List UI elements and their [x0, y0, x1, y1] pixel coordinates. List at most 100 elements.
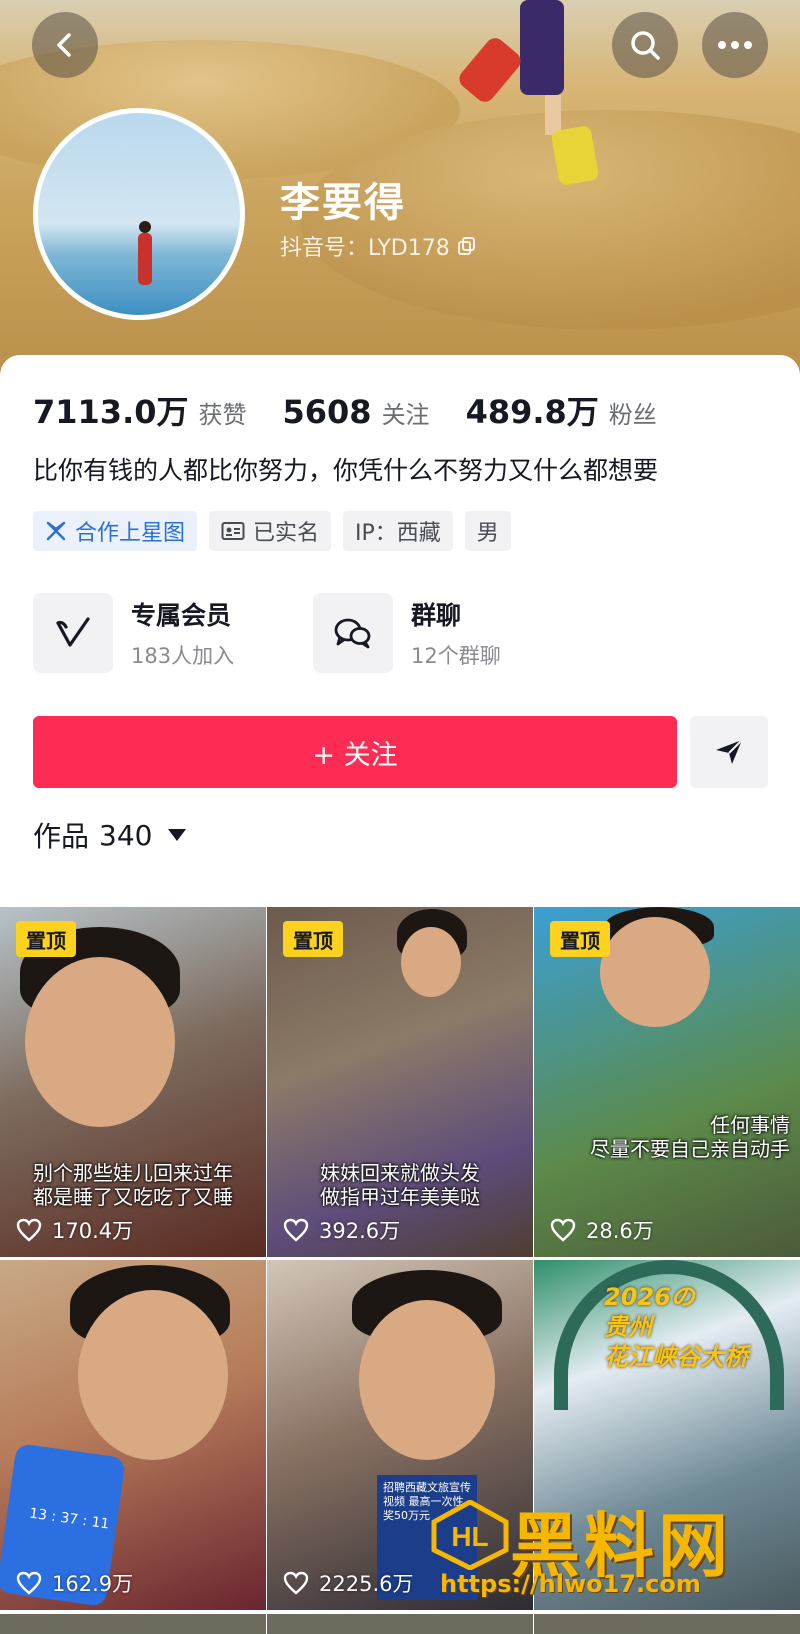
stat-label: 关注: [381, 401, 430, 429]
banner-runner: [520, 0, 564, 95]
banner-runner-leg: [455, 34, 525, 106]
avatar-figure: [138, 233, 152, 285]
stat-value: 7113.0万: [33, 393, 189, 431]
profile-banner: 李要得 抖音号：LYD178: [0, 0, 800, 390]
stat-followers[interactable]: 489.8万 粉丝: [466, 387, 657, 433]
video-likes: 2225.6万: [283, 1568, 413, 1598]
stats-row: 7113.0万 获赞 5608 关注 489.8万 粉丝: [33, 387, 693, 433]
caption-line: 任何事情: [710, 1113, 790, 1137]
likes-count: 2225.6万: [319, 1572, 414, 1596]
back-button[interactable]: [32, 12, 98, 78]
tag-gender: 男: [464, 511, 511, 551]
video-tile[interactable]: 置顶 妹妹回来就做头发 做指甲过年美美哒 392.6万: [267, 907, 533, 1257]
copy-icon[interactable]: [457, 237, 476, 255]
feature-title: 专属会员: [131, 601, 232, 630]
avatar-figure-head: [139, 221, 151, 233]
heart-icon: [550, 1218, 576, 1242]
video-tile[interactable]: 13 : 37 : 11 162.9万: [0, 1260, 266, 1610]
avatar[interactable]: [33, 108, 245, 320]
feature-subtitle: 12个群聊: [411, 644, 501, 668]
id-card-icon: [221, 522, 245, 540]
stat-following[interactable]: 5608 关注: [283, 393, 430, 431]
stat-value: 5608: [282, 393, 372, 431]
heart-icon: [283, 1571, 309, 1595]
tile-peek: [534, 1614, 800, 1634]
thumb-figure-face: [25, 957, 175, 1127]
tag-verified[interactable]: 已实名: [209, 511, 332, 551]
douyin-id[interactable]: 抖音号：LYD178: [280, 230, 476, 262]
profile-bio: 比你有钱的人都比你努力，你凭什么不努力又什么都想要: [33, 456, 659, 485]
tag-label: 男: [476, 521, 499, 546]
watermark-url: https://hlwo17.com: [440, 1570, 701, 1598]
video-title-overlay: 2026の 贵州 花江峡谷大桥: [604, 1282, 748, 1372]
chat-bubbles-icon: [313, 593, 393, 673]
video-likes: 162.9万: [16, 1568, 133, 1598]
tag-label: 合作上星图: [75, 521, 186, 546]
profile-name: 李要得: [280, 180, 406, 226]
likes-count: 170.4万: [52, 1219, 134, 1243]
tile-peek: [0, 1614, 266, 1634]
feature-subtitle: 183人加入: [131, 644, 235, 668]
video-likes: 170.4万: [16, 1215, 133, 1245]
video-caption: 任何事情 尽量不要自己亲自动手: [534, 1113, 800, 1161]
more-dots-icon: [718, 41, 752, 49]
watermark: HL 黑料网 https://hlwo17.com: [430, 1490, 790, 1600]
caption-line: 别个那些娃儿回来过年: [33, 1161, 233, 1185]
features-row: 专属会员 183人加入 群聊 12个群聊: [33, 593, 593, 673]
search-icon: [631, 31, 660, 60]
tile-peek: [267, 1614, 533, 1634]
likes-count: 162.9万: [52, 1572, 134, 1596]
pinned-badge: 置顶: [16, 921, 76, 957]
stat-label: 获赞: [198, 401, 247, 429]
video-likes: 392.6万: [283, 1215, 400, 1245]
stat-value: 489.8万: [465, 393, 599, 431]
thumb-figure-face: [359, 1300, 495, 1460]
likes-count: 28.6万: [586, 1219, 654, 1243]
heart-icon: [16, 1571, 42, 1595]
star-map-icon: [46, 521, 66, 541]
caption-line: 妹妹回来就做头发: [320, 1161, 480, 1185]
search-button[interactable]: [612, 12, 678, 78]
caption-line: 做指甲过年美美哒: [320, 1185, 480, 1209]
douyin-id-text: 抖音号：LYD178: [280, 236, 450, 261]
thumb-figure-face: [401, 927, 461, 997]
caption-line: 都是睡了又吃吃了又睡: [33, 1185, 233, 1209]
phone-time: 13 : 37 : 11: [28, 1505, 111, 1533]
works-label: 作品: [33, 820, 90, 853]
svg-text:HL: HL: [451, 1521, 488, 1552]
follow-button[interactable]: + 关注: [33, 716, 677, 788]
title-line: 2026の: [604, 1283, 695, 1311]
likes-count: 392.6万: [319, 1219, 401, 1243]
stat-label: 粉丝: [608, 401, 657, 429]
thumb-figure-face: [78, 1290, 228, 1460]
chevron-left-icon: [57, 33, 71, 57]
send-icon: [716, 739, 743, 764]
thumb-figure-face: [600, 917, 710, 1027]
tag-label: IP：西藏: [355, 521, 441, 546]
works-count: 340: [99, 818, 153, 852]
title-line: 贵州: [604, 1313, 652, 1341]
stat-likes[interactable]: 7113.0万 获赞: [33, 387, 247, 433]
works-tab[interactable]: 作品 340: [33, 815, 187, 855]
feature-group-chat[interactable]: 群聊 12个群聊: [313, 593, 593, 673]
next-row-peek: [0, 1614, 800, 1634]
pinned-badge: 置顶: [550, 921, 610, 957]
video-caption: 妹妹回来就做头发 做指甲过年美美哒: [267, 1161, 533, 1209]
vip-v-icon: [33, 593, 113, 673]
title-line: 花江峡谷大桥: [604, 1343, 748, 1371]
tags-row: 合作上星图 已实名 IP：西藏 男: [33, 511, 511, 551]
heart-icon: [283, 1218, 309, 1242]
tag-star-map[interactable]: 合作上星图: [33, 511, 198, 551]
feature-vip[interactable]: 专属会员 183人加入: [33, 593, 313, 673]
banner-runner-leg: [545, 95, 561, 135]
video-tile[interactable]: 置顶 别个那些娃儿回来过年 都是睡了又吃吃了又睡 170.4万: [0, 907, 266, 1257]
share-button[interactable]: [690, 716, 768, 788]
watermark-logo-icon: HL: [431, 1500, 509, 1570]
video-caption: 别个那些娃儿回来过年 都是睡了又吃吃了又睡: [0, 1161, 266, 1209]
tag-ip: IP：西藏: [343, 511, 453, 551]
caption-line: 尽量不要自己亲自动手: [590, 1137, 790, 1161]
more-button[interactable]: [702, 12, 768, 78]
follow-label: + 关注: [312, 739, 398, 771]
video-tile[interactable]: 置顶 任何事情 尽量不要自己亲自动手 28.6万: [534, 907, 800, 1257]
feature-title: 群聊: [411, 601, 462, 630]
